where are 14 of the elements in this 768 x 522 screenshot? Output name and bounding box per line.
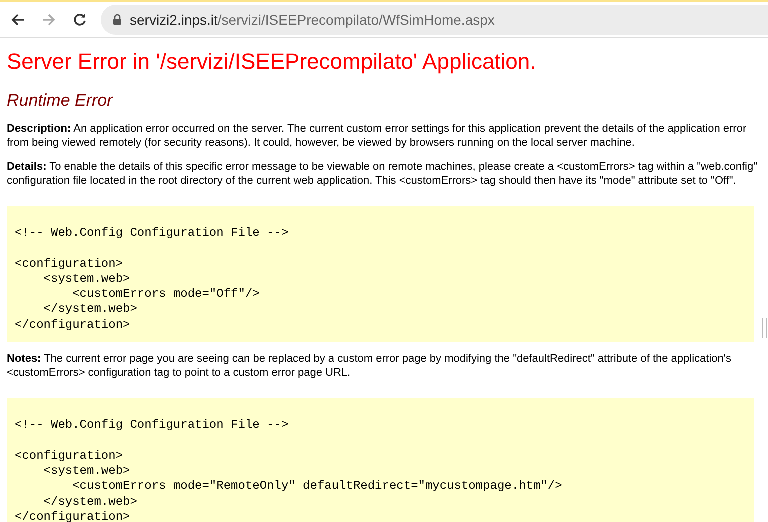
url-text: servizi2.inps.it/servizi/ISEEPrecompilato/WfSimHome.aspx [130, 12, 495, 28]
resize-handle[interactable] [762, 318, 767, 338]
address-bar[interactable]: servizi2.inps.it/servizi/ISEEPrecompilato/WfSimHome.aspx [101, 4, 768, 34]
code-block: <!-- Web.Config Configuration File --> <configuration> <system.web> <customErrors mode="Off"/> </system.web> </configuration> [7, 206, 754, 342]
reload-icon [73, 12, 87, 26]
lock-icon [113, 14, 122, 25]
error-paragraph: Details: To enable the details of this specific error message to be viewable on remote machines, please create a <customErrors> tag within a "web.config" configuration file located in the root directory of the current web application. This <customErrors> tag should then have its "mode" attribute set to "Off". [7, 160, 759, 188]
error-title: Server Error in '/servizi/ISEEPrecompilato' Application. [7, 48, 538, 76]
back-arrow-icon [11, 12, 25, 26]
forward-arrow-icon [42, 12, 56, 26]
error-subtitle: Runtime Error [7, 90, 114, 112]
error-paragraph: Description: An application error occurred on the server. The current custom error settings for this application prevent the details of the application error from being viewed remotely (for security reasons). It could, however, be viewed by browsers running on the local server machine. [7, 122, 748, 150]
error-paragraph: Notes: The current error page you are seeing can be replaced by a custom error page by modifying the "defaultRedirect" attribute of the application's <customErrors> configuration tag to point to a custom error page URL. [7, 352, 733, 380]
code-block: <!-- Web.Config Configuration File --> <configuration> <system.web> <customErrors mode="RemoteOnly" defaultRedirect="mycustompage.htm"/> </system.web> </configuration> [7, 398, 754, 522]
